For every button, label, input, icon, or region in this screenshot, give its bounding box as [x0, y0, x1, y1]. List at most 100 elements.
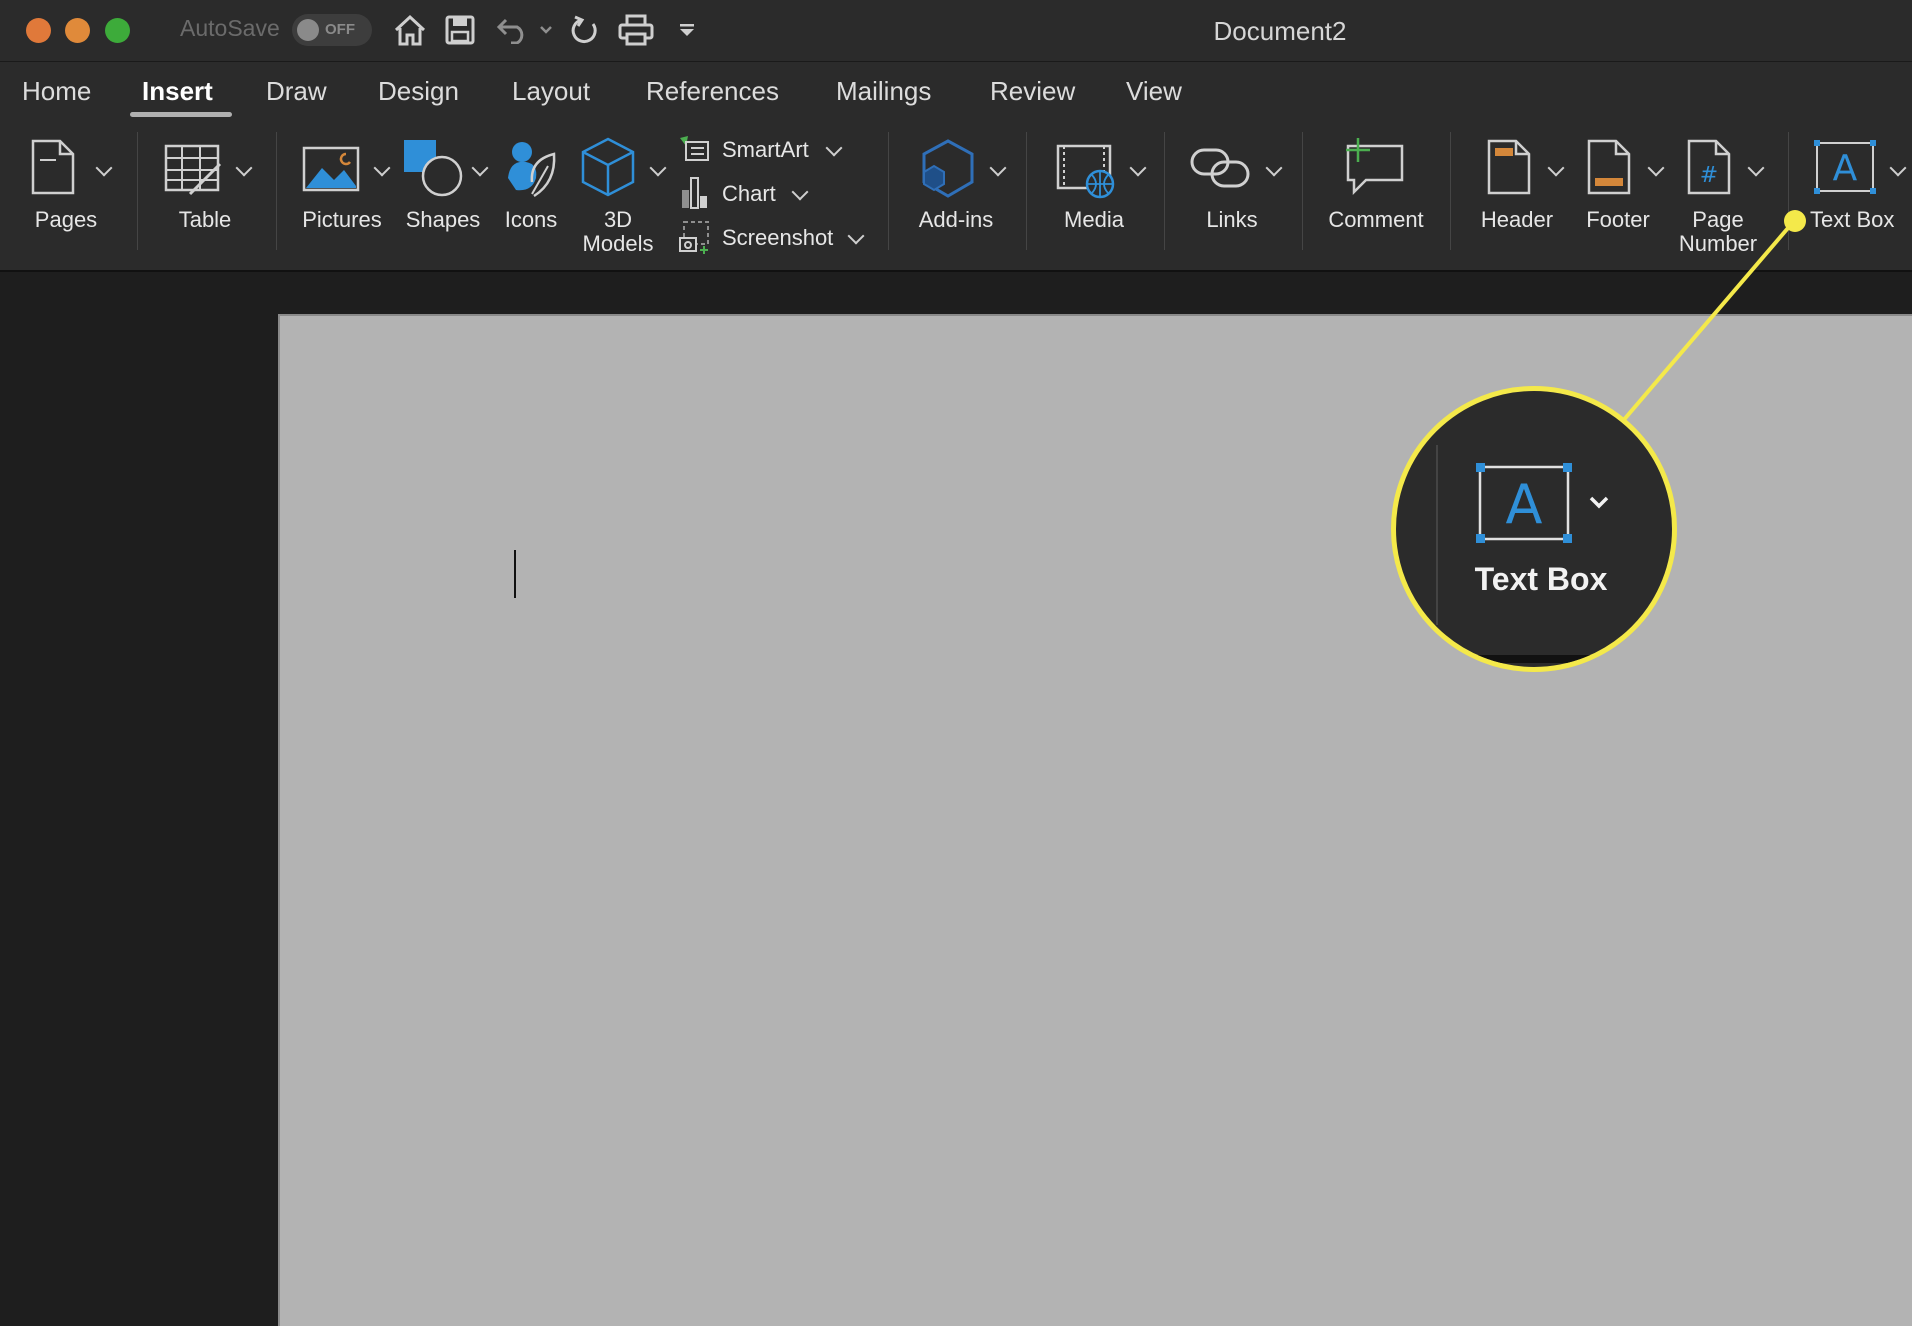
- media-label: Media: [1064, 207, 1124, 232]
- header-icon: [1487, 139, 1531, 195]
- text-box-magnified-chevron-icon: [1589, 496, 1609, 509]
- close-window-button[interactable]: [26, 18, 51, 43]
- svg-text:A: A: [1833, 148, 1858, 189]
- 3d-models-dropdown-chevron-icon[interactable]: [649, 159, 667, 177]
- page-number-dropdown-chevron-icon[interactable]: [1747, 159, 1765, 177]
- ribbon-divider: [1164, 132, 1165, 250]
- tab-view[interactable]: View: [1126, 76, 1182, 107]
- page-number-label-line2: Number: [1678, 231, 1758, 256]
- redo-icon[interactable]: [564, 10, 606, 50]
- pictures-label: Pictures: [302, 207, 382, 232]
- pages-button[interactable]: Pages: [10, 122, 130, 270]
- minimize-window-button[interactable]: [65, 18, 90, 43]
- pages-icon: [31, 139, 75, 195]
- autosave-toggle[interactable]: OFF: [292, 14, 372, 46]
- table-label: Table: [178, 207, 232, 232]
- save-icon[interactable]: [440, 10, 480, 50]
- comment-icon: [1346, 138, 1404, 196]
- header-dropdown-chevron-icon[interactable]: [1547, 159, 1565, 177]
- word-window: AutoSave OFF Document2 Home Insert Draw …: [0, 0, 1912, 1326]
- page-number-button[interactable]: # Page Number: [1670, 122, 1780, 270]
- tab-references[interactable]: References: [646, 76, 779, 107]
- media-button[interactable]: Media: [1044, 122, 1154, 270]
- screenshot-button[interactable]: Screenshot: [676, 220, 886, 256]
- links-dropdown-chevron-icon[interactable]: [1265, 159, 1283, 177]
- header-button[interactable]: Header: [1470, 122, 1570, 270]
- active-tab-indicator: [130, 112, 232, 117]
- chart-button[interactable]: Chart: [676, 176, 886, 212]
- table-button[interactable]: Table: [150, 122, 270, 270]
- pictures-button[interactable]: Pictures: [292, 122, 392, 270]
- comment-label: Comment: [1328, 207, 1424, 232]
- autosave-state: OFF: [325, 21, 355, 38]
- icons-icon: [508, 142, 556, 198]
- pictures-dropdown-chevron-icon[interactable]: [373, 159, 391, 177]
- page-number-icon: #: [1687, 139, 1731, 195]
- tab-draw[interactable]: Draw: [266, 76, 327, 107]
- tab-layout[interactable]: Layout: [512, 76, 590, 107]
- comment-button[interactable]: Comment: [1316, 122, 1436, 270]
- smartart-icon: [680, 136, 709, 161]
- media-icon: [1056, 144, 1115, 199]
- maximize-window-button[interactable]: [105, 18, 130, 43]
- undo-dropdown-chevron-icon[interactable]: [536, 10, 556, 50]
- icons-button[interactable]: Icons: [496, 122, 566, 270]
- footer-button[interactable]: Footer: [1570, 122, 1670, 270]
- shapes-label: Shapes: [405, 207, 481, 232]
- pages-dropdown-chevron-icon[interactable]: [95, 159, 113, 177]
- ribbon-divider: [1026, 132, 1027, 250]
- chart-dropdown-chevron-icon[interactable]: [791, 183, 809, 201]
- shapes-button[interactable]: Shapes: [400, 122, 490, 270]
- print-icon[interactable]: [614, 10, 658, 50]
- insert-ribbon: Pages Table Pictures Shapes Icons 3D Mod…: [0, 122, 1912, 272]
- links-label: Links: [1206, 207, 1258, 232]
- document-title: Document2: [1213, 16, 1347, 46]
- footer-label: Footer: [1586, 207, 1650, 232]
- media-dropdown-chevron-icon[interactable]: [1129, 159, 1147, 177]
- footer-dropdown-chevron-icon[interactable]: [1647, 159, 1665, 177]
- smartart-label: SmartArt: [722, 137, 809, 162]
- tab-home[interactable]: Home: [22, 76, 91, 107]
- add-ins-button[interactable]: Add-ins: [906, 122, 1016, 270]
- icons-label: Icons: [504, 207, 558, 232]
- toggle-knob: [297, 19, 319, 41]
- text-cursor: [514, 550, 516, 598]
- tab-insert[interactable]: Insert: [142, 76, 213, 107]
- home-icon[interactable]: [390, 10, 430, 50]
- ribbon-divider: [276, 132, 277, 250]
- screenshot-dropdown-chevron-icon[interactable]: [847, 227, 865, 245]
- table-icon: [164, 144, 222, 196]
- cube-icon: [581, 137, 635, 197]
- link-icon: [1190, 148, 1250, 188]
- page-number-label-line1: Page: [1692, 207, 1744, 232]
- document-page[interactable]: [278, 314, 1912, 1326]
- text-box-dropdown-chevron-icon[interactable]: [1889, 159, 1907, 177]
- smartart-dropdown-chevron-icon[interactable]: [825, 139, 843, 157]
- pages-label: Pages: [34, 207, 98, 232]
- undo-icon[interactable]: [492, 10, 534, 50]
- tab-mailings[interactable]: Mailings: [836, 76, 931, 107]
- pictures-icon: [302, 146, 360, 192]
- tab-design[interactable]: Design: [378, 76, 459, 107]
- ribbon-tabs: Home Insert Draw Design Layout Reference…: [0, 62, 1912, 122]
- shapes-dropdown-chevron-icon[interactable]: [471, 159, 489, 177]
- customize-toolbar-icon[interactable]: [672, 10, 702, 50]
- text-box-button[interactable]: A Text Box: [1800, 122, 1912, 270]
- footer-icon: [1587, 139, 1631, 195]
- callout-divider: [1436, 445, 1438, 625]
- ribbon-divider: [1450, 132, 1451, 250]
- table-dropdown-chevron-icon[interactable]: [235, 159, 253, 177]
- header-label: Header: [1480, 207, 1554, 232]
- ribbon-divider: [888, 132, 889, 250]
- text-box-callout: A Text Box: [1391, 386, 1677, 672]
- smartart-button[interactable]: SmartArt: [676, 132, 886, 168]
- autosave-label: AutoSave: [180, 15, 280, 41]
- links-button[interactable]: Links: [1182, 122, 1292, 270]
- title-bar: AutoSave OFF Document2: [0, 0, 1912, 62]
- add-ins-icon: [922, 139, 974, 198]
- screenshot-label: Screenshot: [722, 225, 834, 250]
- tab-review[interactable]: Review: [990, 76, 1075, 107]
- add-ins-dropdown-chevron-icon[interactable]: [989, 159, 1007, 177]
- add-ins-label: Add-ins: [918, 207, 994, 232]
- 3d-models-button[interactable]: 3D Models: [574, 122, 674, 270]
